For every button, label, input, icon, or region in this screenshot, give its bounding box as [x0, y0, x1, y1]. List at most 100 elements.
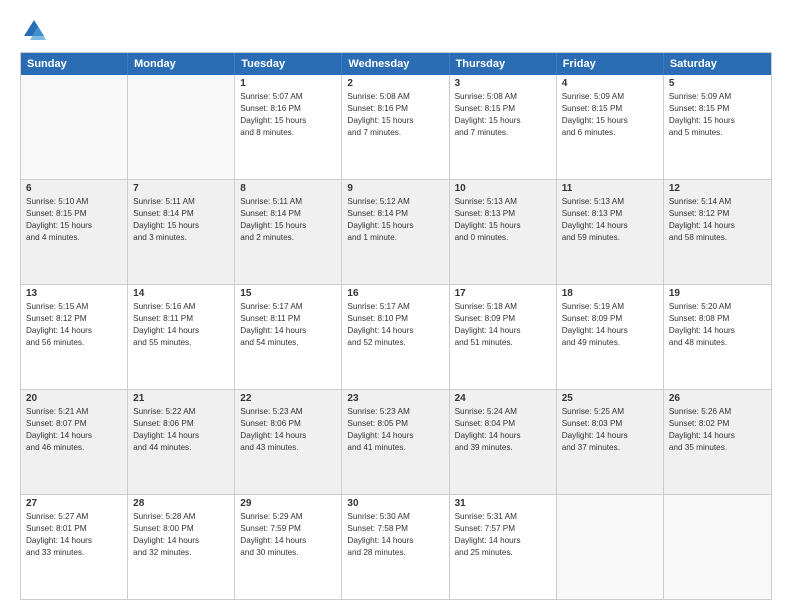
page: SundayMondayTuesdayWednesdayThursdayFrid… [0, 0, 792, 612]
day-number: 1 [240, 78, 336, 89]
day-cell-13: 13Sunrise: 5:15 AMSunset: 8:12 PMDayligh… [21, 285, 128, 389]
calendar-header: SundayMondayTuesdayWednesdayThursdayFrid… [21, 53, 771, 75]
cell-line: Sunrise: 5:28 AM [133, 511, 229, 523]
day-number: 18 [562, 288, 658, 299]
cell-line: Sunrise: 5:15 AM [26, 301, 122, 313]
day-cell-18: 18Sunrise: 5:19 AMSunset: 8:09 PMDayligh… [557, 285, 664, 389]
header-day-monday: Monday [128, 53, 235, 75]
calendar-row-5: 27Sunrise: 5:27 AMSunset: 8:01 PMDayligh… [21, 495, 771, 599]
day-number: 4 [562, 78, 658, 89]
cell-line: Sunrise: 5:30 AM [347, 511, 443, 523]
day-cell-6: 6Sunrise: 5:10 AMSunset: 8:15 PMDaylight… [21, 180, 128, 284]
cell-line: Sunrise: 5:10 AM [26, 196, 122, 208]
calendar-row-4: 20Sunrise: 5:21 AMSunset: 8:07 PMDayligh… [21, 390, 771, 495]
cell-line: and 49 minutes. [562, 337, 658, 349]
cell-line: Sunset: 8:16 PM [240, 103, 336, 115]
cell-line: Daylight: 14 hours [240, 535, 336, 547]
cell-line: Daylight: 14 hours [133, 325, 229, 337]
cell-line: Daylight: 14 hours [562, 325, 658, 337]
cell-line: Sunrise: 5:24 AM [455, 406, 551, 418]
cell-line: and 3 minutes. [133, 232, 229, 244]
day-number: 29 [240, 498, 336, 509]
cell-line: Sunset: 8:15 PM [26, 208, 122, 220]
day-number: 24 [455, 393, 551, 404]
cell-line: Daylight: 14 hours [562, 430, 658, 442]
cell-line: Sunset: 8:05 PM [347, 418, 443, 430]
cell-line: Sunset: 8:12 PM [669, 208, 766, 220]
cell-line: Sunrise: 5:18 AM [455, 301, 551, 313]
cell-line: Sunrise: 5:13 AM [455, 196, 551, 208]
cell-line: Daylight: 14 hours [347, 325, 443, 337]
day-cell-22: 22Sunrise: 5:23 AMSunset: 8:06 PMDayligh… [235, 390, 342, 494]
day-number: 31 [455, 498, 551, 509]
empty-cell [21, 75, 128, 179]
day-number: 26 [669, 393, 766, 404]
cell-line: and 33 minutes. [26, 547, 122, 559]
cell-line: Sunset: 8:08 PM [669, 313, 766, 325]
cell-line: Daylight: 14 hours [347, 430, 443, 442]
cell-line: Sunset: 8:15 PM [562, 103, 658, 115]
cell-line: Daylight: 14 hours [562, 220, 658, 232]
cell-line: Sunrise: 5:09 AM [562, 91, 658, 103]
cell-line: Sunset: 8:01 PM [26, 523, 122, 535]
cell-line: and 44 minutes. [133, 442, 229, 454]
cell-line: and 28 minutes. [347, 547, 443, 559]
day-cell-1: 1Sunrise: 5:07 AMSunset: 8:16 PMDaylight… [235, 75, 342, 179]
day-number: 27 [26, 498, 122, 509]
cell-line: and 7 minutes. [455, 127, 551, 139]
cell-line: Sunrise: 5:14 AM [669, 196, 766, 208]
cell-line: Sunrise: 5:20 AM [669, 301, 766, 313]
day-number: 28 [133, 498, 229, 509]
day-cell-3: 3Sunrise: 5:08 AMSunset: 8:15 PMDaylight… [450, 75, 557, 179]
day-cell-5: 5Sunrise: 5:09 AMSunset: 8:15 PMDaylight… [664, 75, 771, 179]
day-cell-14: 14Sunrise: 5:16 AMSunset: 8:11 PMDayligh… [128, 285, 235, 389]
cell-line: and 2 minutes. [240, 232, 336, 244]
cell-line: and 25 minutes. [455, 547, 551, 559]
cell-line: and 7 minutes. [347, 127, 443, 139]
cell-line: Daylight: 14 hours [133, 430, 229, 442]
cell-line: and 39 minutes. [455, 442, 551, 454]
cell-line: and 6 minutes. [562, 127, 658, 139]
calendar-row-3: 13Sunrise: 5:15 AMSunset: 8:12 PMDayligh… [21, 285, 771, 390]
cell-line: and 8 minutes. [240, 127, 336, 139]
header [20, 16, 772, 44]
cell-line: Sunset: 8:04 PM [455, 418, 551, 430]
cell-line: Sunset: 8:15 PM [455, 103, 551, 115]
day-number: 9 [347, 183, 443, 194]
cell-line: Sunrise: 5:07 AM [240, 91, 336, 103]
cell-line: Sunset: 8:06 PM [133, 418, 229, 430]
empty-cell [557, 495, 664, 599]
cell-line: Sunset: 8:14 PM [240, 208, 336, 220]
cell-line: and 59 minutes. [562, 232, 658, 244]
day-cell-24: 24Sunrise: 5:24 AMSunset: 8:04 PMDayligh… [450, 390, 557, 494]
day-number: 17 [455, 288, 551, 299]
cell-line: and 35 minutes. [669, 442, 766, 454]
cell-line: Sunrise: 5:17 AM [240, 301, 336, 313]
day-number: 19 [669, 288, 766, 299]
day-cell-31: 31Sunrise: 5:31 AMSunset: 7:57 PMDayligh… [450, 495, 557, 599]
cell-line: Daylight: 14 hours [455, 325, 551, 337]
day-number: 13 [26, 288, 122, 299]
cell-line: Sunrise: 5:29 AM [240, 511, 336, 523]
cell-line: Sunrise: 5:17 AM [347, 301, 443, 313]
cell-line: Sunrise: 5:08 AM [455, 91, 551, 103]
cell-line: and 52 minutes. [347, 337, 443, 349]
cell-line: and 0 minutes. [455, 232, 551, 244]
empty-cell [664, 495, 771, 599]
cell-line: Sunset: 8:14 PM [133, 208, 229, 220]
cell-line: Sunrise: 5:19 AM [562, 301, 658, 313]
cell-line: Daylight: 14 hours [26, 325, 122, 337]
day-cell-19: 19Sunrise: 5:20 AMSunset: 8:08 PMDayligh… [664, 285, 771, 389]
calendar-body: 1 Sunrise: 5:07 AMSunset: 8:16 PM Daylight… [21, 75, 771, 599]
day-cell-4: 4Sunrise: 5:09 AMSunset: 8:15 PMDaylight… [557, 75, 664, 179]
header-day-thursday: Thursday [450, 53, 557, 75]
cell-line: and 51 minutes. [455, 337, 551, 349]
cell-line: and 4 minutes. [26, 232, 122, 244]
cell-line: Sunrise: 5:31 AM [455, 511, 551, 523]
day-number: 5 [669, 78, 766, 89]
cell-line: Sunset: 8:13 PM [455, 208, 551, 220]
calendar: SundayMondayTuesdayWednesdayThursdayFrid… [20, 52, 772, 600]
day-number: 7 [133, 183, 229, 194]
day-number: 14 [133, 288, 229, 299]
day-cell-25: 25Sunrise: 5:25 AMSunset: 8:03 PMDayligh… [557, 390, 664, 494]
